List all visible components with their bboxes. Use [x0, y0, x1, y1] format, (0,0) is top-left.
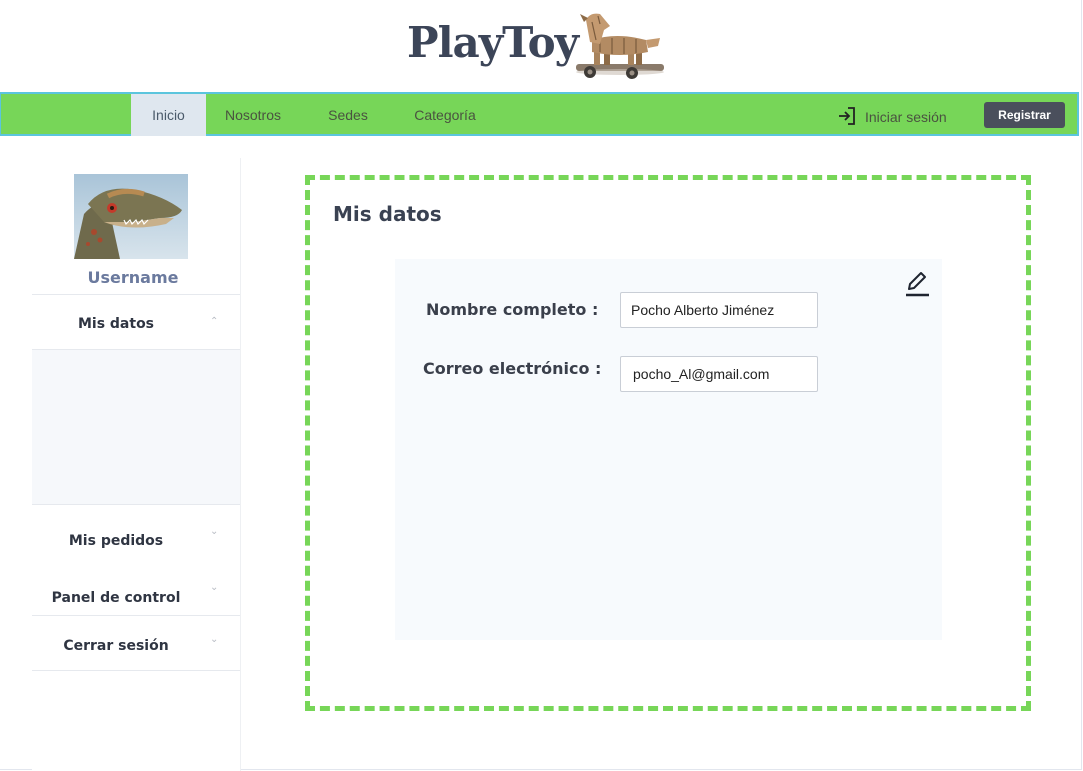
sidebar-item-cerrar-sesion[interactable]: Cerrar sesión ⌄ [32, 630, 240, 670]
sidebar-item-mis-pedidos[interactable]: Mis pedidos ⌄ [32, 526, 240, 566]
sidebar-item-panel-de-control[interactable]: Panel de control ⌄ [32, 582, 240, 622]
sidebar-item-label: Mis datos [77, 316, 155, 332]
chevron-down-icon: ⌄ [210, 526, 219, 537]
sidebar-item-label: Cerrar sesión [63, 638, 169, 654]
profile-sidebar: Username Mis datos ⌃ Mis pedidos ⌄ Panel… [32, 158, 241, 771]
site-header: PlayToy [0, 0, 1083, 92]
full-name-label: Nombre completo : [426, 300, 599, 319]
nav-tab-nosotros[interactable]: Nosotros [213, 94, 293, 136]
sidebar-item-mis-datos[interactable]: Mis datos ⌃ [32, 308, 240, 348]
mis-datos-submenu [32, 350, 240, 504]
sidebar-item-label: Mis pedidos [68, 533, 164, 549]
email-label: Correo electrónico : [423, 359, 602, 378]
main-navbar: Inicio Nosotros Sedes Categoría Iniciar … [0, 92, 1079, 136]
page-title: Mis datos [333, 202, 442, 226]
login-label: Iniciar sesión [865, 109, 947, 125]
sidebar-divider [32, 294, 240, 295]
nav-tab-inicio[interactable]: Inicio [131, 94, 206, 136]
sidebar-item-label: Panel de control [51, 590, 181, 606]
chevron-up-icon: ⌃ [210, 316, 219, 327]
sidebar-divider [32, 670, 240, 671]
nav-tab-categoria[interactable]: Categoría [403, 94, 487, 136]
pencil-icon[interactable] [904, 269, 930, 297]
wooden-horse-logo[interactable] [570, 10, 668, 82]
register-button[interactable]: Registrar [984, 102, 1065, 128]
brand-title[interactable]: PlayToy [407, 18, 579, 67]
username-label: Username [87, 268, 179, 287]
nav-tab-sedes[interactable]: Sedes [317, 94, 379, 136]
sidebar-divider [32, 504, 240, 505]
email-field[interactable]: pocho_Al@gmail.com [620, 356, 818, 392]
full-name-field[interactable]: Pocho Alberto Jiménez [620, 292, 818, 328]
dinosaur-avatar [74, 174, 188, 259]
chevron-down-icon: ⌄ [210, 634, 219, 645]
login-icon [839, 107, 855, 125]
sidebar-divider [32, 615, 240, 616]
chevron-down-icon: ⌄ [210, 582, 219, 593]
